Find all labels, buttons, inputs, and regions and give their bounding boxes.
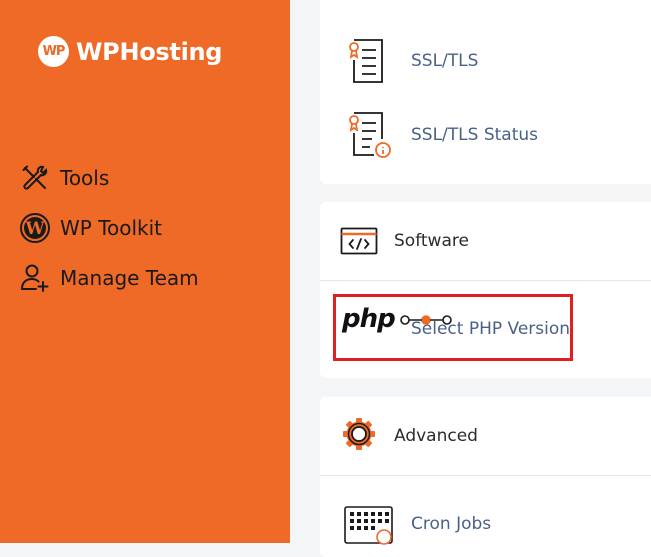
wordpress-icon: W bbox=[20, 213, 50, 243]
ssl-tls-status-link[interactable]: SSL/TLS Status bbox=[411, 125, 538, 145]
divider bbox=[320, 280, 651, 281]
sidebar-item-label: Tools bbox=[60, 166, 110, 190]
brand-mark-text: WP bbox=[42, 44, 66, 59]
sidebar-item-label: Manage Team bbox=[60, 266, 199, 290]
calendar-clock-icon bbox=[344, 505, 396, 549]
advanced-section-title: Advanced bbox=[394, 426, 478, 446]
brand-mark-icon: WP bbox=[38, 36, 69, 67]
sidebar-item-label: WP Toolkit bbox=[60, 216, 163, 240]
security-card: SSL/TLS SSL/TLS Status bbox=[320, 0, 651, 184]
highlight-box bbox=[333, 294, 573, 361]
add-user-icon bbox=[20, 263, 50, 293]
ssl-tls-link[interactable]: SSL/TLS bbox=[411, 51, 478, 71]
sidebar: WP WPHosting Tools W WP Toolkit Manage T… bbox=[0, 0, 290, 543]
code-window-icon bbox=[340, 227, 378, 259]
svg-text:W: W bbox=[24, 219, 45, 239]
tools-icon bbox=[20, 163, 50, 193]
divider bbox=[320, 475, 651, 476]
advanced-card: Advanced Cron Jobs bbox=[320, 397, 651, 557]
brand-logo[interactable]: WP WPHosting bbox=[38, 36, 222, 67]
sidebar-item-tools[interactable]: Tools bbox=[20, 163, 109, 193]
sidebar-item-manage-team[interactable]: Manage Team bbox=[20, 263, 199, 293]
brand-name: WPHosting bbox=[76, 37, 223, 66]
cron-jobs-link[interactable]: Cron Jobs bbox=[411, 514, 491, 534]
sidebar-item-wp-toolkit[interactable]: W WP Toolkit bbox=[20, 213, 162, 243]
certificate-status-icon bbox=[348, 109, 392, 165]
software-section-title: Software bbox=[394, 231, 469, 251]
certificate-icon bbox=[348, 36, 390, 90]
gear-icon bbox=[342, 417, 376, 455]
